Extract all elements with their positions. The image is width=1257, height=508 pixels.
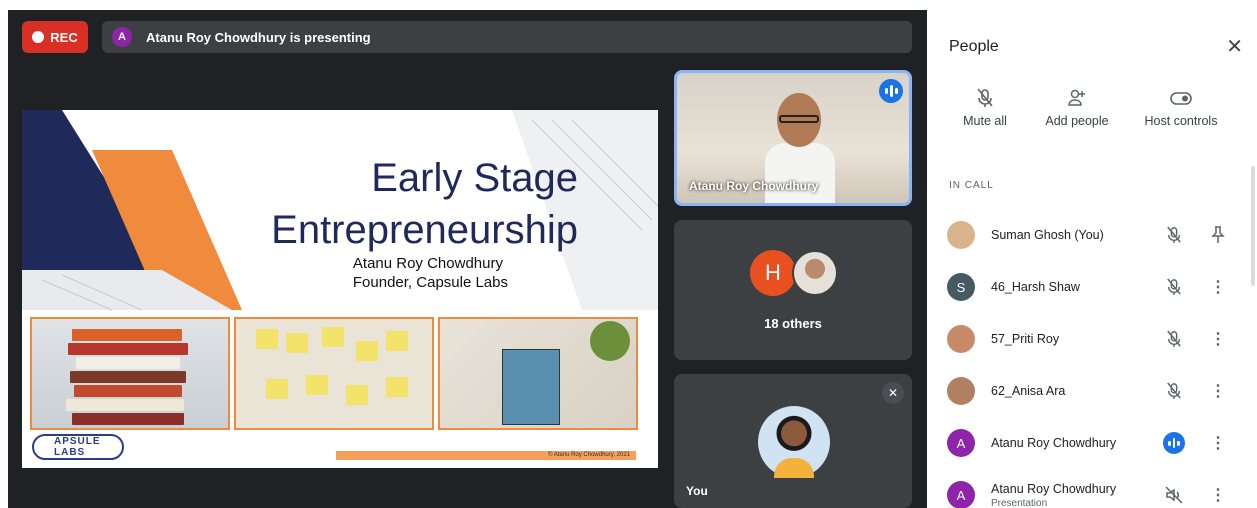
presentation-slide: Early Stage Entrepreneurship Atanu Roy C… [22, 110, 658, 468]
book [68, 343, 188, 355]
speaker-name: Atanu Roy Chowdhury [689, 179, 819, 193]
mic-off-icon: ✕ [882, 382, 904, 404]
sticky-notes-photo [234, 317, 434, 430]
participant-avatar: S [947, 273, 975, 301]
panel-actions: Mute all Add people Host controls [927, 88, 1255, 128]
toggle-icon [1111, 88, 1251, 114]
slide-title: Early Stage Entrepreneurship [271, 152, 578, 256]
mic-off-icon [927, 88, 1043, 114]
slide-title-line1: Early Stage [371, 156, 578, 200]
sticky-note [256, 329, 278, 349]
speaker-body [765, 143, 835, 203]
participant-name: 62_Anisa Ara [991, 384, 1066, 398]
participant-row[interactable]: Suman Ghosh (You) [927, 212, 1255, 264]
speaker-tile[interactable]: Atanu Roy Chowdhury [674, 70, 912, 206]
participant-name: Atanu Roy Chowdhury [991, 482, 1117, 496]
magazine-photo [438, 317, 638, 430]
participant-row[interactable]: 62_Anisa Ara ⋮ [927, 368, 1255, 420]
book [66, 399, 184, 411]
participant-avatar [947, 221, 975, 249]
people-panel: People ✕ Mute all Add people Host contro… [927, 16, 1255, 508]
capsule-labs-logo: APSULE LABS [32, 434, 124, 460]
more-options-icon[interactable]: ⋮ [1207, 276, 1229, 298]
plant [590, 321, 630, 361]
more-options-icon[interactable]: ⋮ [1207, 484, 1229, 506]
participant-list: Suman Ghosh (You) S 46_Harsh Shaw ⋮ 57_P… [927, 212, 1255, 508]
presenting-banner[interactable]: A Atanu Roy Chowdhury is presenting [102, 21, 912, 53]
sticky-note [286, 333, 308, 353]
book [72, 329, 182, 341]
books-photo [30, 317, 230, 430]
slide-role: Founder, Capsule Labs [352, 274, 508, 291]
book [70, 371, 186, 383]
recording-badge[interactable]: REC [22, 21, 88, 53]
speaking-indicator-icon [879, 79, 903, 103]
record-dot-icon [32, 31, 45, 43]
participant-row[interactable]: 57_Priti Roy ⋮ [927, 316, 1255, 368]
participant-row[interactable]: S 46_Harsh Shaw ⋮ [927, 264, 1255, 316]
mic-off-icon[interactable] [1163, 380, 1185, 402]
more-options-icon[interactable]: ⋮ [1207, 380, 1229, 402]
participant-avatar: A [947, 481, 975, 508]
participant-avatar [947, 377, 975, 405]
volume-off-icon[interactable] [1163, 484, 1185, 506]
host-controls-button[interactable]: Host controls [1111, 88, 1251, 128]
book [72, 413, 184, 425]
participant-name: 57_Priti Roy [991, 332, 1060, 346]
mic-off-icon[interactable] [1163, 224, 1185, 246]
slide-author: Atanu Roy Chowdhury [352, 255, 503, 272]
mic-off-icon[interactable] [1163, 276, 1185, 298]
participant-avatar [947, 325, 975, 353]
mic-off-icon[interactable] [1163, 328, 1185, 350]
sticky-note [322, 327, 344, 347]
participant-name: 46_Harsh Shaw [991, 280, 1080, 294]
sticky-note [266, 379, 288, 399]
magazine-cover [502, 349, 560, 425]
others-tile[interactable]: H 18 others [674, 220, 912, 360]
sticky-note [386, 377, 408, 397]
self-label: You [686, 484, 708, 498]
speaker-glasses [779, 115, 819, 123]
pin-icon[interactable] [1207, 224, 1229, 246]
add-people-button[interactable]: Add people [1043, 88, 1111, 128]
logo-text: APSULE LABS [54, 436, 101, 458]
slide-title-line2: Entrepreneurship [271, 208, 578, 252]
add-people-label: Add people [1045, 114, 1109, 128]
presenting-text: Atanu Roy Chowdhury is presenting [146, 29, 371, 45]
sticky-note [386, 331, 408, 351]
panel-title: People [949, 38, 999, 55]
book [76, 357, 180, 369]
participant-subtitle: Presentation [991, 498, 1048, 508]
person-add-icon [1043, 88, 1111, 114]
others-count: 18 others [764, 316, 822, 331]
slide-subtitle: Atanu Roy Chowdhury Founder, Capsule Lab… [353, 254, 508, 292]
self-tile[interactable]: ✕ You [674, 374, 912, 508]
close-icon[interactable]: ✕ [1226, 34, 1243, 59]
meeting-stage: REC A Atanu Roy Chowdhury is presenting … [8, 10, 927, 508]
sticky-note [346, 385, 368, 405]
top-bar: REC A Atanu Roy Chowdhury is presenting [22, 20, 912, 54]
participant-row[interactable]: A Atanu Roy Chowdhury Presentation ⋮ [927, 472, 1255, 508]
presenter-avatar: A [112, 27, 132, 47]
participant-name: Suman Ghosh (You) [991, 228, 1104, 242]
mute-all-button[interactable]: Mute all [927, 88, 1043, 128]
participant-row[interactable]: A Atanu Roy Chowdhury ⋮ [927, 420, 1255, 472]
mute-all-label: Mute all [963, 114, 1007, 128]
slide-copyright: © Atanu Roy Chowdhury, 2021 [336, 451, 636, 460]
participant-name: Atanu Roy Chowdhury [991, 436, 1117, 450]
book [74, 385, 182, 397]
participant-photo-avatar [792, 250, 838, 296]
recording-label: REC [50, 29, 78, 45]
sticky-note [306, 375, 328, 395]
more-options-icon[interactable]: ⋮ [1207, 328, 1229, 350]
speaking-indicator-icon [1163, 432, 1185, 454]
participant-avatar: H [750, 250, 796, 296]
sticky-note [356, 341, 378, 361]
host-controls-label: Host controls [1144, 114, 1218, 128]
participant-avatar: A [947, 429, 975, 457]
in-call-heading: IN CALL [949, 180, 994, 191]
more-options-icon[interactable]: ⋮ [1207, 432, 1229, 454]
